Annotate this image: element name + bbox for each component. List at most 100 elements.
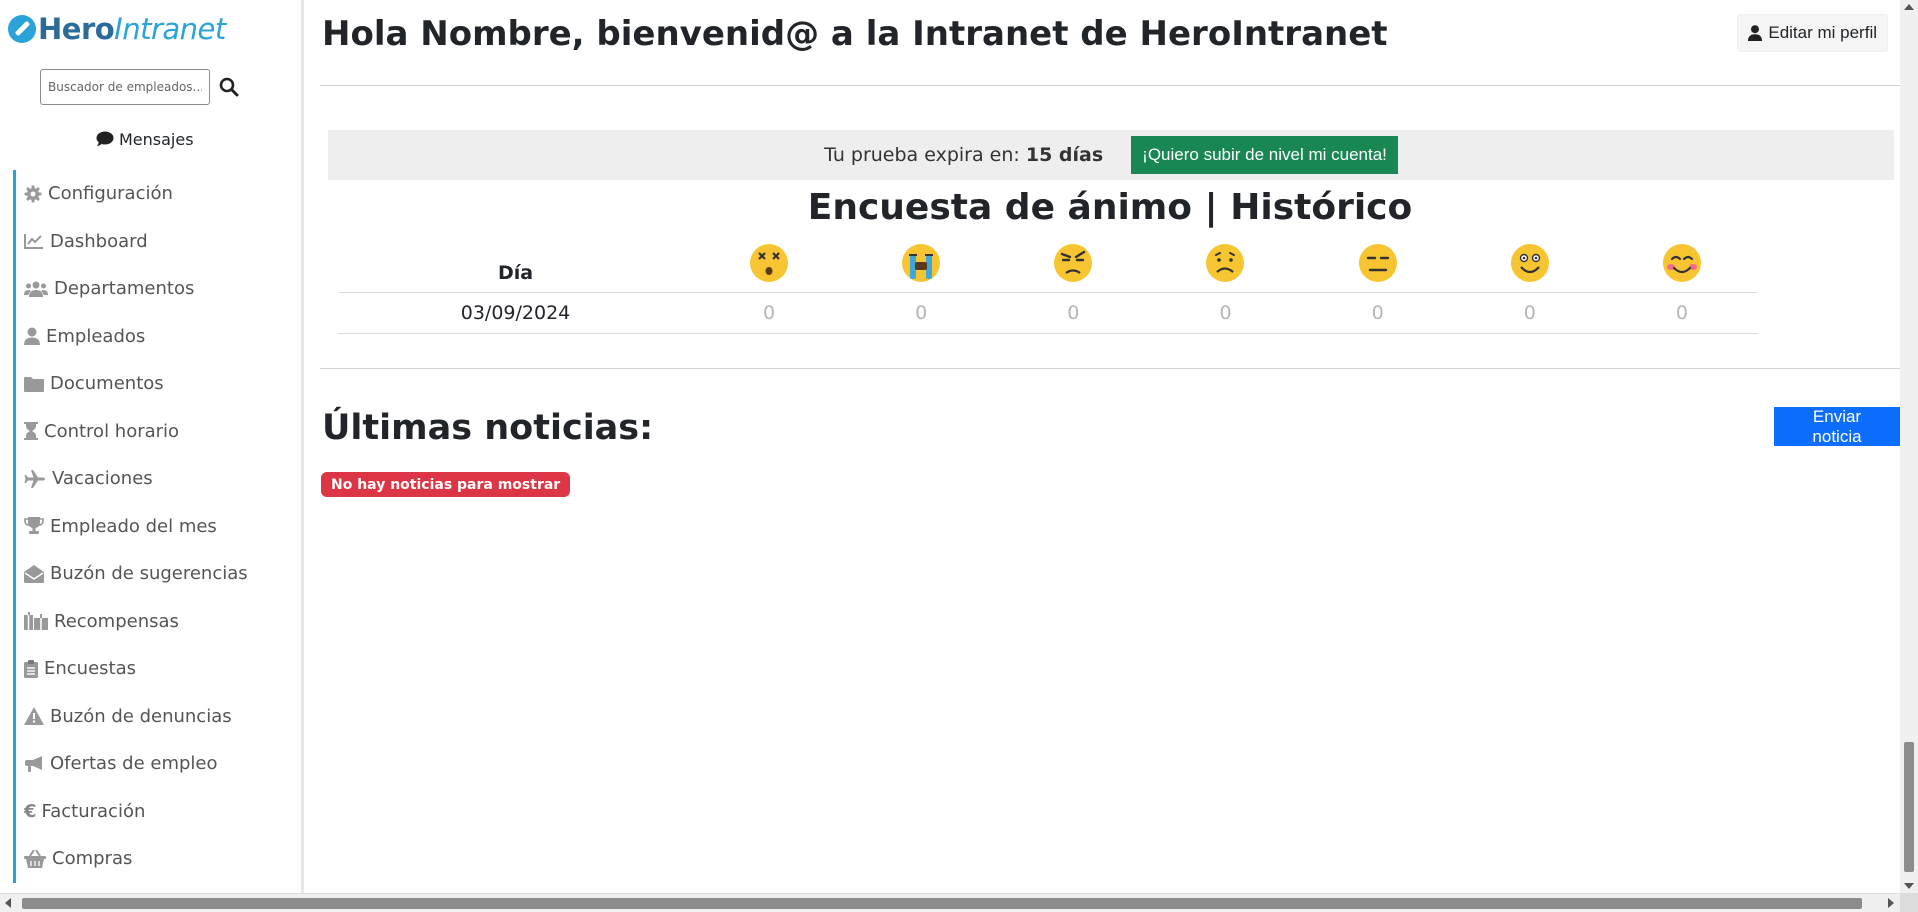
company-name: HeroIntranet xyxy=(1139,14,1388,54)
gear-icon xyxy=(24,185,42,203)
row-date: 03/09/2024 xyxy=(338,292,693,334)
comment-icon xyxy=(96,131,114,147)
sidebar-item-recompensas[interactable]: Recompensas xyxy=(13,597,293,645)
empty-news-badge: No hay noticias para mostrar xyxy=(321,472,571,497)
blushing-face-icon xyxy=(1662,244,1701,282)
sidebar-item-empleado-del-mes[interactable]: Empleado del mes xyxy=(13,502,293,550)
greeting-prefix: Hola xyxy=(322,14,421,54)
divider xyxy=(320,85,1900,86)
edit-profile-label: Editar mi perfil xyxy=(1768,23,1877,42)
sidebar-item-ofertas-empleo[interactable]: Ofertas de empleo xyxy=(13,740,293,788)
sad-face-icon xyxy=(1206,244,1245,282)
sidebar-item-buzon-denuncias[interactable]: Buzón de denuncias xyxy=(13,692,293,740)
row-value-smiling: 0 xyxy=(1453,292,1606,334)
main-content: Hola Nombre, bienvenid@ a la Intranet de… xyxy=(320,0,1900,893)
send-news-button[interactable]: Enviar noticia xyxy=(1774,407,1900,446)
mood-history-table: Día 03/09/2024 0 0 0 0 0 0 0 xyxy=(338,243,1758,334)
user-icon xyxy=(24,327,40,346)
scroll-right-icon[interactable] xyxy=(1888,898,1894,908)
sidebar-item-departamentos[interactable]: Departamentos xyxy=(13,265,293,313)
sidebar-item-documentos[interactable]: Documentos xyxy=(13,360,293,408)
logo-hero-text: Hero xyxy=(38,12,115,46)
employee-search-input[interactable] xyxy=(40,69,210,105)
page-title: Hola Nombre, bienvenid@ a la Intranet de… xyxy=(322,14,1388,54)
angry-face-icon xyxy=(1054,244,1093,282)
sidebar-item-facturacion[interactable]: € Facturación xyxy=(13,787,293,835)
user-name: Nombre xyxy=(420,14,572,54)
sidebar-item-label: Departamentos xyxy=(54,278,195,300)
chart-line-icon xyxy=(24,234,43,250)
clipboard-icon xyxy=(24,659,38,678)
basket-icon xyxy=(24,849,46,868)
table-row: 03/09/2024 0 0 0 0 0 0 0 xyxy=(338,292,1758,334)
sidebar-item-label: Recompensas xyxy=(54,610,179,632)
scroll-down-icon[interactable] xyxy=(1904,883,1914,889)
mood-column-blushing xyxy=(1605,243,1758,293)
sidebar-item-encuestas[interactable]: Encuestas xyxy=(13,645,293,693)
horizontal-scroll-thumb[interactable] xyxy=(22,898,1862,909)
mood-column-sad xyxy=(1149,243,1302,293)
logo[interactable]: Hero Intranet xyxy=(8,10,226,48)
sidebar-item-label: Documentos xyxy=(50,373,164,395)
euro-icon: € xyxy=(24,800,37,822)
trial-label: Tu prueba expira en: 15 días xyxy=(824,144,1103,166)
row-value-neutral: 0 xyxy=(1301,292,1454,334)
sidebar-item-label: Vacaciones xyxy=(52,468,153,490)
folder-icon xyxy=(24,376,44,392)
sidebar-item-buzon-sugerencias[interactable]: Buzón de sugerencias xyxy=(13,550,293,598)
row-value-dizzy: 0 xyxy=(693,292,846,334)
greeting-middle: , bienvenid@ a la Intranet de xyxy=(571,14,1140,54)
trial-days: 15 días xyxy=(1025,144,1104,166)
mood-survey-title: Encuesta de ánimo | Histórico xyxy=(807,187,1413,228)
scrollbar-corner xyxy=(1900,893,1918,912)
sidebar-item-label: Control horario xyxy=(44,420,180,442)
messages-label: Mensajes xyxy=(119,129,194,149)
day-column-header: Día xyxy=(338,243,693,293)
row-value-sad: 0 xyxy=(1149,292,1302,334)
sidebar-nav: Configuración Dashboard Departamentos Em… xyxy=(13,170,293,883)
mood-column-smiling xyxy=(1453,243,1606,293)
vertical-scrollbar[interactable] xyxy=(1900,0,1918,893)
vertical-scroll-thumb[interactable] xyxy=(1904,742,1914,872)
trophy-icon xyxy=(24,517,44,535)
scroll-left-icon[interactable] xyxy=(5,898,11,908)
sidebar-item-configuracion[interactable]: Configuración xyxy=(13,170,293,218)
sidebar-item-compras[interactable]: Compras xyxy=(13,835,293,883)
sidebar-item-label: Compras xyxy=(52,848,133,870)
scroll-up-icon[interactable] xyxy=(1904,4,1914,10)
megaphone-icon xyxy=(25,755,42,772)
sidebar-item-label: Dashboard xyxy=(50,230,148,252)
sidebar: Hero Intranet Mensajes Configuración Das… xyxy=(0,0,304,893)
edit-profile-button[interactable]: Editar mi perfil xyxy=(1737,14,1888,52)
sidebar-item-control-horario[interactable]: Control horario xyxy=(13,407,293,455)
sidebar-item-label: Empleado del mes xyxy=(50,515,217,537)
gifts-icon xyxy=(24,612,48,631)
sidebar-item-empleados[interactable]: Empleados xyxy=(13,312,293,360)
row-value-angry: 0 xyxy=(997,292,1150,334)
sidebar-item-vacaciones[interactable]: Vacaciones xyxy=(13,455,293,503)
crying-face-icon xyxy=(902,244,941,282)
users-icon xyxy=(24,281,48,297)
envelope-open-icon xyxy=(24,564,44,583)
mood-column-crying xyxy=(845,243,998,293)
sidebar-item-label: Configuración xyxy=(48,183,173,205)
sidebar-item-label: Facturación xyxy=(41,800,146,822)
sidebar-item-label: Empleados xyxy=(46,325,146,347)
horizontal-scrollbar[interactable] xyxy=(0,893,1918,912)
smiling-face-icon xyxy=(1510,244,1549,282)
sidebar-item-dashboard[interactable]: Dashboard xyxy=(13,217,293,265)
logo-mark-icon xyxy=(8,15,36,43)
mood-column-neutral xyxy=(1301,243,1454,293)
sidebar-item-label: Buzón de denuncias xyxy=(50,705,232,727)
plane-icon xyxy=(24,469,45,488)
hourglass-icon xyxy=(24,422,38,441)
sidebar-item-label: Buzón de sugerencias xyxy=(50,563,248,585)
messages-link[interactable]: Mensajes xyxy=(96,128,194,150)
row-value-crying: 0 xyxy=(845,292,998,334)
search-icon[interactable] xyxy=(219,77,241,99)
logo-intranet-text: Intranet xyxy=(114,12,226,46)
table-header-row: Día xyxy=(338,243,1758,293)
upgrade-account-button[interactable]: ¡Quiero subir de nivel mi cuenta! xyxy=(1131,136,1398,174)
dizzy-face-icon xyxy=(750,244,789,282)
neutral-face-icon xyxy=(1358,244,1397,282)
